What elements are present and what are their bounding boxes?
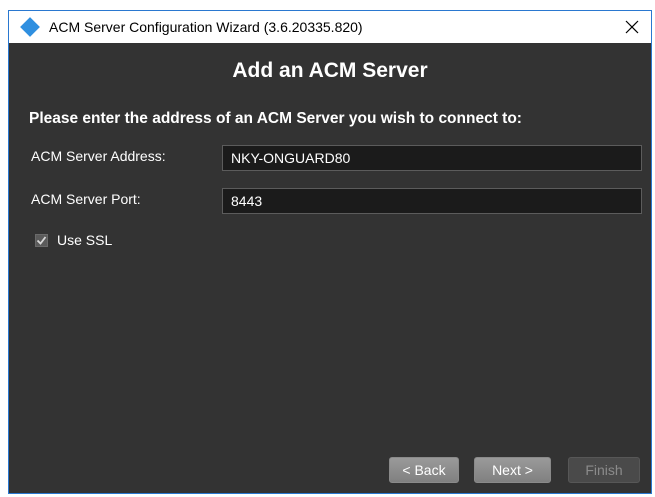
window-title: ACM Server Configuration Wizard (3.6.203… [49, 19, 363, 35]
page-heading: Add an ACM Server [232, 59, 428, 82]
checkmark-icon [36, 235, 47, 245]
title-bar: ACM Server Configuration Wizard (3.6.203… [9, 11, 651, 43]
close-icon [625, 20, 639, 34]
use-ssl-option[interactable]: Use SSL [35, 232, 112, 248]
close-button[interactable] [617, 13, 647, 41]
next-button[interactable]: Next > [474, 457, 551, 483]
server-port-label: ACM Server Port: [31, 191, 141, 207]
server-address-input[interactable] [222, 145, 642, 171]
server-port-input[interactable] [222, 188, 642, 214]
instruction-text: Please enter the address of an ACM Serve… [29, 110, 522, 127]
server-address-label: ACM Server Address: [31, 148, 166, 164]
app-diamond-icon [20, 17, 40, 37]
finish-button[interactable]: Finish [568, 457, 640, 483]
use-ssl-checkbox[interactable] [35, 233, 48, 247]
use-ssl-label: Use SSL [57, 232, 113, 248]
back-button[interactable]: < Back [389, 457, 459, 483]
wizard-window: ACM Server Configuration Wizard (3.6.203… [8, 10, 652, 494]
